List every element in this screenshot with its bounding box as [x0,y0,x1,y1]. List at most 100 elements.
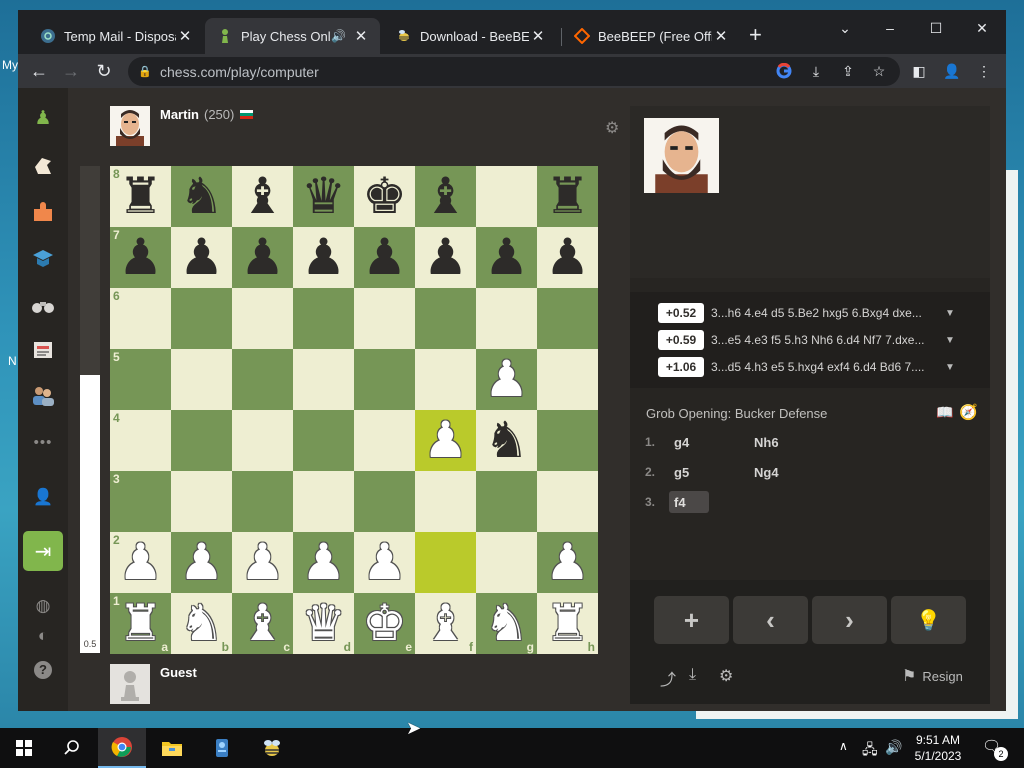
close-tab-icon[interactable]: ✕ [712,27,730,45]
square-b1[interactable]: ♞ b [171,593,232,654]
square-b3[interactable] [171,471,232,532]
square-e7[interactable]: ♟ [354,227,415,288]
black-bishop-icon[interactable]: ♝ [240,166,285,227]
square-f7[interactable]: ♟ [415,227,476,288]
square-c1[interactable]: ♝ c [232,593,293,654]
black-pawn-icon[interactable]: ♟ [301,227,346,288]
square-g5[interactable]: ♟ [476,349,537,410]
chevron-down-icon[interactable]: ▼ [945,335,955,346]
square-g4[interactable]: ♞ [476,410,537,471]
white-bishop-icon[interactable]: ♝ [240,593,285,654]
square-h4[interactable] [537,410,598,471]
square-d1[interactable]: ♛ d [293,593,354,654]
square-e2[interactable]: ♟ [354,532,415,593]
black-pawn-icon[interactable]: ♟ [118,227,163,288]
square-a3[interactable]: 3 [110,471,171,532]
black-king-icon[interactable]: ♚ [362,166,407,227]
start-button[interactable] [0,728,48,768]
black-move[interactable]: Nh6 [749,431,789,453]
white-pawn-icon[interactable]: ♟ [362,532,407,593]
square-d8[interactable]: ♛ [293,166,354,227]
square-e6[interactable] [354,288,415,349]
new-game-button[interactable]: + [654,596,729,644]
side-panel-icon[interactable]: ◧ [907,59,931,83]
audio-playing-icon[interactable]: 🔊 [331,29,346,43]
black-pawn-icon[interactable]: ♟ [179,227,224,288]
compass-icon[interactable]: 🧭 [959,403,978,421]
white-pawn-icon[interactable]: ♟ [179,532,224,593]
share-icon[interactable]: ⤴ [660,666,676,690]
social-icon[interactable] [31,384,55,408]
white-pawn-icon[interactable]: ♟ [545,532,590,593]
black-bishop-icon[interactable]: ♝ [423,166,468,227]
black-pawn-icon[interactable]: ♟ [423,227,468,288]
player-avatar[interactable] [110,664,150,704]
puzzles-icon[interactable] [31,200,55,224]
square-g1[interactable]: ♞ g [476,593,537,654]
square-c2[interactable]: ♟ [232,532,293,593]
white-pawn-icon[interactable]: ♟ [301,532,346,593]
book-icon[interactable]: 📖 [936,404,953,421]
white-rook-icon[interactable]: ♜ [545,593,590,654]
square-h6[interactable] [537,288,598,349]
desktop-icon-label[interactable]: N [8,354,17,368]
beebeep-taskbar-icon[interactable] [248,728,296,768]
square-d4[interactable] [293,410,354,471]
network-app-icon[interactable] [198,728,246,768]
square-f5[interactable] [415,349,476,410]
chevron-down-icon[interactable]: ▼ [945,362,955,373]
square-g7[interactable]: ♟ [476,227,537,288]
square-d7[interactable]: ♟ [293,227,354,288]
square-h1[interactable]: ♜ h [537,593,598,654]
black-queen-icon[interactable]: ♛ [301,166,346,227]
square-a6[interactable]: 6 [110,288,171,349]
square-f6[interactable] [415,288,476,349]
engine-line[interactable]: +0.52 3...h6 4.e4 d5 5.Be2 hxg5 6.Bxg4 d… [658,302,955,324]
square-b6[interactable] [171,288,232,349]
black-pawn-icon[interactable]: ♟ [484,227,529,288]
add-friend-icon[interactable]: 👤 [31,485,55,509]
square-f8[interactable]: ♝ [415,166,476,227]
volume-tray-icon[interactable]: 🔊 [885,739,902,756]
white-pawn-icon[interactable]: ♟ [118,532,163,593]
square-e5[interactable] [354,349,415,410]
square-a4[interactable]: 4 [110,410,171,471]
square-e1[interactable]: ♚ e [354,593,415,654]
white-pawn-icon[interactable]: ♟ [484,349,529,410]
square-b5[interactable] [171,349,232,410]
square-f3[interactable] [415,471,476,532]
show-hidden-icons-chevron-up-icon[interactable]: ∧ [839,739,848,753]
tab-search-button[interactable]: ⌄ [823,14,867,42]
lock-icon[interactable]: 🔒 [138,65,152,78]
notifications-icon[interactable]: 🗨 2 [982,737,1008,761]
desktop-icon-label[interactable]: My [2,58,18,72]
black-pawn-icon[interactable]: ♟ [545,227,590,288]
more-icon[interactable]: ••• [31,430,55,454]
square-c5[interactable] [232,349,293,410]
black-rook-icon[interactable]: ♜ [545,166,590,227]
square-c3[interactable] [232,471,293,532]
bot-avatar[interactable] [644,118,719,193]
square-d5[interactable] [293,349,354,410]
white-rook-icon[interactable]: ♜ [118,593,163,654]
minimize-button[interactable]: – [868,14,912,42]
network-tray-icon[interactable]: 🖧 [862,739,878,763]
theme-icon[interactable]: ◐ [31,624,55,648]
engine-line[interactable]: +0.59 3...e5 4.e3 f5 5.h3 Nh6 6.d4 Nf7 7… [658,329,955,351]
square-b2[interactable]: ♟ [171,532,232,593]
opening-name[interactable]: Grob Opening: Bucker Defense [646,406,827,421]
maximize-button[interactable]: ☐ [914,14,958,42]
square-d2[interactable]: ♟ [293,532,354,593]
square-g8[interactable] [476,166,537,227]
square-e3[interactable] [354,471,415,532]
clock[interactable]: 9:51 AM 5/1/2023 [904,732,972,764]
player-name[interactable]: Guest [160,665,197,680]
white-move[interactable]: g4 [669,431,709,453]
square-a5[interactable]: 5 [110,349,171,410]
white-move[interactable]: g5 [669,461,709,483]
bookmark-star-icon[interactable]: ☆ [867,59,891,83]
resign-button[interactable]: ⚑ Resign [902,666,963,686]
close-tab-icon[interactable]: ✕ [529,27,547,45]
opponent-name[interactable]: Martin [160,107,199,122]
square-h7[interactable]: ♟ [537,227,598,288]
